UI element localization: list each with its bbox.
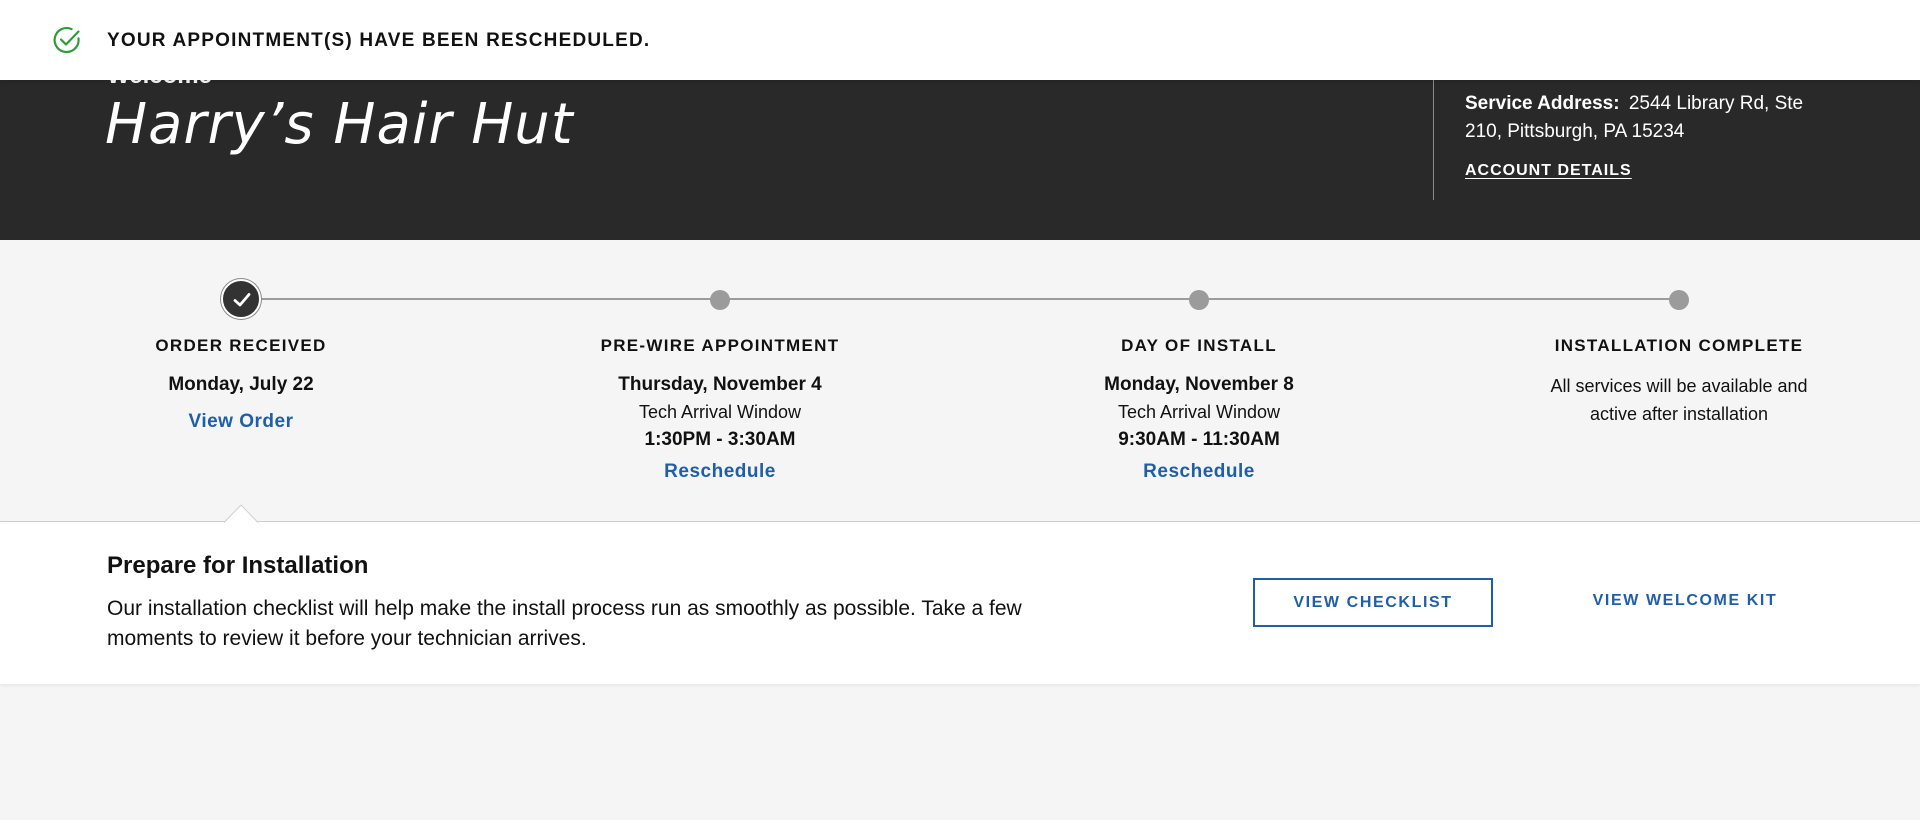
service-address: Service Address: 2544 Library Rd, Ste 21… — [1465, 90, 1845, 146]
step-date: Thursday, November 4 — [618, 374, 822, 395]
view-welcome-kit-link[interactable]: VIEW WELCOME KIT — [1560, 592, 1810, 610]
notification-message: YOUR APPOINTMENT(S) HAVE BEEN RESCHEDULE… — [107, 30, 651, 51]
check-circle-icon — [53, 26, 80, 54]
reschedule-pre-wire-link[interactable]: Reschedule — [550, 461, 890, 483]
panel-title: Prepare for Installation — [107, 552, 369, 579]
step-pending-marker — [710, 290, 730, 310]
arrival-window-label: Tech Arrival Window — [1117, 402, 1281, 422]
view-checklist-button[interactable]: VIEW CHECKLIST — [1253, 578, 1493, 627]
step-date: Monday, November 8 — [1104, 374, 1294, 395]
step-title: PRE-WIRE APPOINTMENT — [600, 336, 840, 355]
timeline-track — [241, 298, 1679, 300]
arrival-window-label: Tech Arrival Window — [638, 402, 802, 422]
step-pending-marker — [1189, 290, 1209, 310]
arrival-window-time: 1:30PM - 3:30AM — [644, 429, 796, 450]
step-complete-marker — [221, 279, 261, 319]
caret-pointer-icon — [224, 504, 258, 523]
step-title: DAY OF INSTALL — [1121, 336, 1277, 355]
account-details-link[interactable]: ACCOUNT DETAILS — [1465, 162, 1632, 180]
view-order-link[interactable]: View Order — [71, 411, 411, 433]
step-title: INSTALLATION COMPLETE — [1554, 336, 1804, 355]
step-title: ORDER RECEIVED — [155, 336, 327, 355]
service-address-label: Service Address: — [1465, 93, 1620, 114]
notification-banner: YOUR APPOINTMENT(S) HAVE BEEN RESCHEDULE… — [0, 0, 1920, 80]
step-date: Monday, July 22 — [168, 374, 314, 395]
business-name: Harry’s Hair Hut — [105, 92, 574, 157]
reschedule-install-link[interactable]: Reschedule — [1029, 461, 1369, 483]
order-progress-timeline: ORDER RECEIVED Monday, July 22 View Orde… — [0, 240, 1920, 522]
checkmark-icon — [233, 293, 251, 307]
arrival-window-time: 9:30AM - 11:30AM — [1118, 429, 1280, 450]
step-description: All services will be available and activ… — [1550, 376, 1808, 424]
prepare-installation-panel: Prepare for Installation Our installatio… — [0, 522, 1920, 684]
step-pending-marker — [1669, 290, 1689, 310]
panel-description: Our installation checklist will help mak… — [107, 597, 1022, 650]
header-divider — [1433, 76, 1434, 200]
